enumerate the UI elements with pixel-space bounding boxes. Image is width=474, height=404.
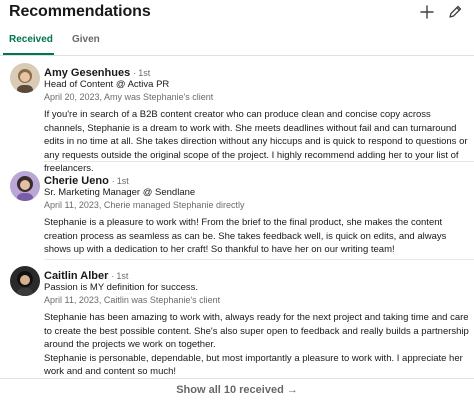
footer-divider: [0, 378, 474, 379]
recommendation-meta: April 20, 2023, Amy was Stephanie's clie…: [44, 92, 214, 102]
recommendation-paragraph: Stephanie is personable, dependable, but…: [44, 352, 463, 378]
connection-degree: 1st: [116, 176, 129, 186]
connection-degree: 1st: [138, 68, 151, 78]
recommendation-item: Caitlin Alber · 1st Passion is MY definiti…: [0, 266, 474, 377]
recommendation-text: Stephanie is a pleasure to work with! Fr…: [44, 216, 472, 257]
recommender-name[interactable]: Amy Gesenhues: [44, 67, 130, 79]
divider: [44, 259, 474, 260]
tab-given[interactable]: Given: [72, 34, 100, 45]
recommender-name[interactable]: Caitlin Alber: [44, 270, 108, 282]
separator-dot: ·: [133, 68, 137, 78]
separator-dot: ·: [111, 176, 115, 186]
show-all-button[interactable]: Show all 10 received →: [0, 384, 474, 396]
plus-icon[interactable]: [419, 4, 435, 20]
arrow-right-icon: →: [286, 384, 298, 396]
recommendation-meta: April 11, 2023, Cherie managed Stephanie…: [44, 200, 245, 210]
recommendation-text: If you're in search of a B2B content cre…: [44, 108, 472, 176]
recommendation-tabs: Received Given: [0, 27, 474, 56]
recommendation-item: Amy Gesenhues · 1st Head of Content @ Acti…: [0, 63, 474, 174]
avatar[interactable]: [10, 171, 40, 201]
tab-received[interactable]: Received: [9, 34, 53, 45]
recommendation-meta: April 11, 2023, Caitlin was Stephanie's …: [44, 295, 221, 305]
pencil-icon[interactable]: [447, 4, 463, 20]
recommendation-paragraph: Stephanie is a pleasure to work with! Fr…: [44, 217, 447, 255]
recommender-name[interactable]: Cherie Ueno: [44, 175, 109, 187]
avatar[interactable]: [10, 266, 40, 296]
recommender-headline: Passion is MY definition for success.: [44, 282, 199, 293]
recommendation-paragraph: If you're in search of a B2B content cre…: [44, 109, 468, 174]
recommendation-item: Cherie Ueno · 1st Sr. Marketing Manager @ …: [0, 171, 474, 256]
avatar[interactable]: [10, 63, 40, 93]
recommendation-text: Stephanie has been amazing to work with,…: [44, 311, 472, 379]
recommendation-paragraph: Stephanie has been amazing to work with,…: [44, 312, 469, 350]
show-all-label: Show all 10 received: [176, 384, 284, 396]
recommender-headline: Head of Content @ Activa PR: [44, 79, 170, 90]
divider: [44, 161, 474, 162]
recommender-headline: Sr. Marketing Manager @ Sendlane: [44, 187, 196, 198]
connection-degree: 1st: [116, 271, 129, 281]
active-tab-indicator: [3, 53, 54, 55]
separator-dot: ·: [111, 271, 115, 281]
recommendations-header: Recommendations: [0, 0, 474, 26]
section-title: Recommendations: [9, 3, 151, 20]
